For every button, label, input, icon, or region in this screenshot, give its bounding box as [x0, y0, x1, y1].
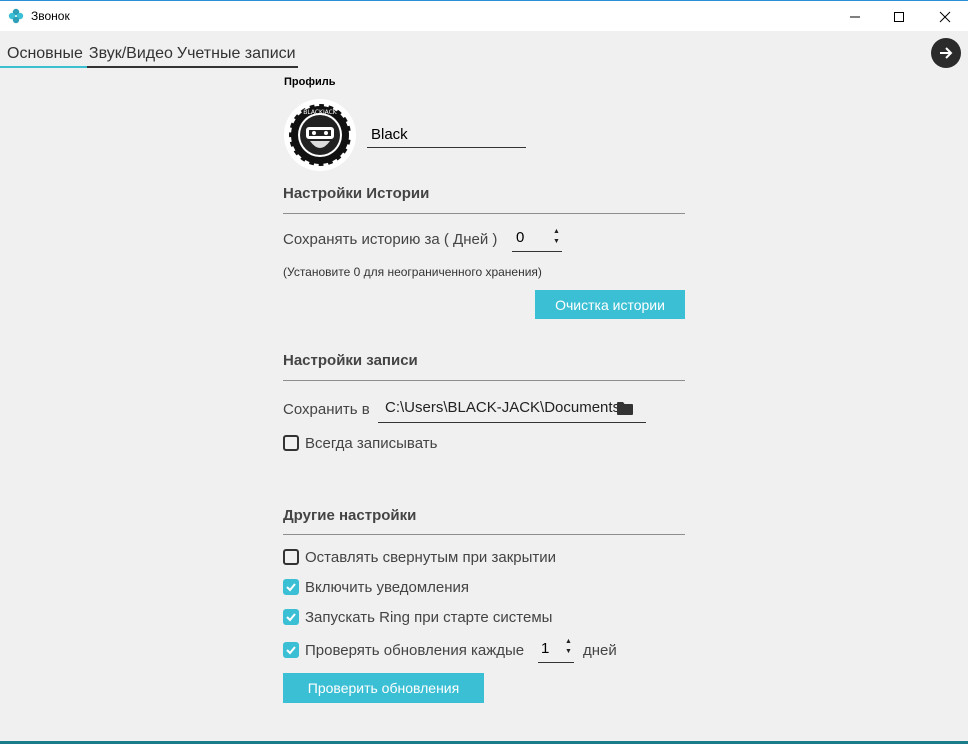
- update-check-label: Проверять обновления каждые: [305, 642, 525, 659]
- stepper-down-icon[interactable]: ▼: [565, 647, 572, 657]
- tab-accounts[interactable]: Учетные записи: [175, 42, 298, 68]
- notifications-label: Включить уведомления: [305, 579, 470, 596]
- window-title: Звонок: [31, 9, 70, 23]
- keep-minimized-label: Оставлять свернутым при закрытии: [305, 549, 557, 566]
- recording-divider: [283, 380, 685, 381]
- title-bar: Звонок: [0, 0, 968, 31]
- folder-icon[interactable]: [617, 401, 633, 415]
- tab-general[interactable]: Основные: [0, 42, 87, 68]
- history-hint: (Установите 0 для неограниченного хранен…: [283, 265, 542, 279]
- clear-history-button[interactable]: Очистка истории: [535, 290, 685, 319]
- tab-group-other: Звук/Видео Учетные записи: [86, 42, 298, 68]
- close-icon: [939, 11, 951, 22]
- minimize-icon: [850, 16, 860, 17]
- checkmark-icon: [286, 613, 296, 622]
- update-interval-stepper[interactable]: ▲ ▼: [565, 637, 572, 657]
- autostart-label: Запускать Ring при старте системы: [305, 609, 553, 626]
- maximize-button[interactable]: [876, 1, 922, 32]
- maximize-icon: [894, 11, 904, 22]
- minimize-button[interactable]: [832, 1, 878, 32]
- update-check-checkbox[interactable]: [283, 642, 299, 658]
- other-settings-title: Другие настройки: [283, 507, 417, 524]
- history-keep-label: Сохранять историю за ( Дней ): [283, 231, 498, 248]
- avatar-image: BLACKJACK: [284, 99, 356, 171]
- save-to-label: Сохранить в: [283, 401, 370, 418]
- stepper-down-icon[interactable]: ▼: [553, 237, 560, 247]
- stepper-up-icon[interactable]: ▲: [565, 637, 572, 647]
- other-divider: [283, 534, 685, 535]
- avatar-logo-text: BLACKJACK: [303, 109, 338, 116]
- avatar[interactable]: BLACKJACK: [284, 99, 356, 171]
- profile-heading: Профиль: [284, 76, 336, 88]
- forward-button[interactable]: [931, 38, 961, 68]
- settings-tabs: Основные Звук/Видео Учетные записи: [0, 42, 298, 68]
- autostart-checkbox[interactable]: [283, 609, 299, 625]
- update-unit-label: дней: [583, 642, 617, 659]
- checkmark-icon: [286, 646, 296, 655]
- recording-settings-title: Настройки записи: [283, 352, 418, 369]
- keep-minimized-checkbox[interactable]: [283, 549, 299, 565]
- history-divider: [283, 213, 685, 214]
- record-path-field[interactable]: C:\Users\BLACK-JACK\Documents: [378, 396, 646, 423]
- stepper-up-icon[interactable]: ▲: [553, 227, 560, 237]
- check-updates-button[interactable]: Проверить обновления: [283, 673, 484, 703]
- history-settings-title: Настройки Истории: [283, 185, 430, 202]
- arrow-right-icon: [940, 47, 953, 59]
- notifications-checkbox[interactable]: [283, 579, 299, 595]
- app-logo-icon: [8, 8, 24, 24]
- close-button[interactable]: [922, 1, 968, 32]
- checkmark-icon: [286, 583, 296, 592]
- tab-audio-video[interactable]: Звук/Видео: [87, 42, 175, 68]
- history-days-stepper[interactable]: ▲ ▼: [553, 227, 560, 247]
- always-record-label: Всегда записывать: [305, 435, 438, 452]
- always-record-checkbox[interactable]: [283, 435, 299, 451]
- profile-name-field[interactable]: Black: [367, 124, 526, 148]
